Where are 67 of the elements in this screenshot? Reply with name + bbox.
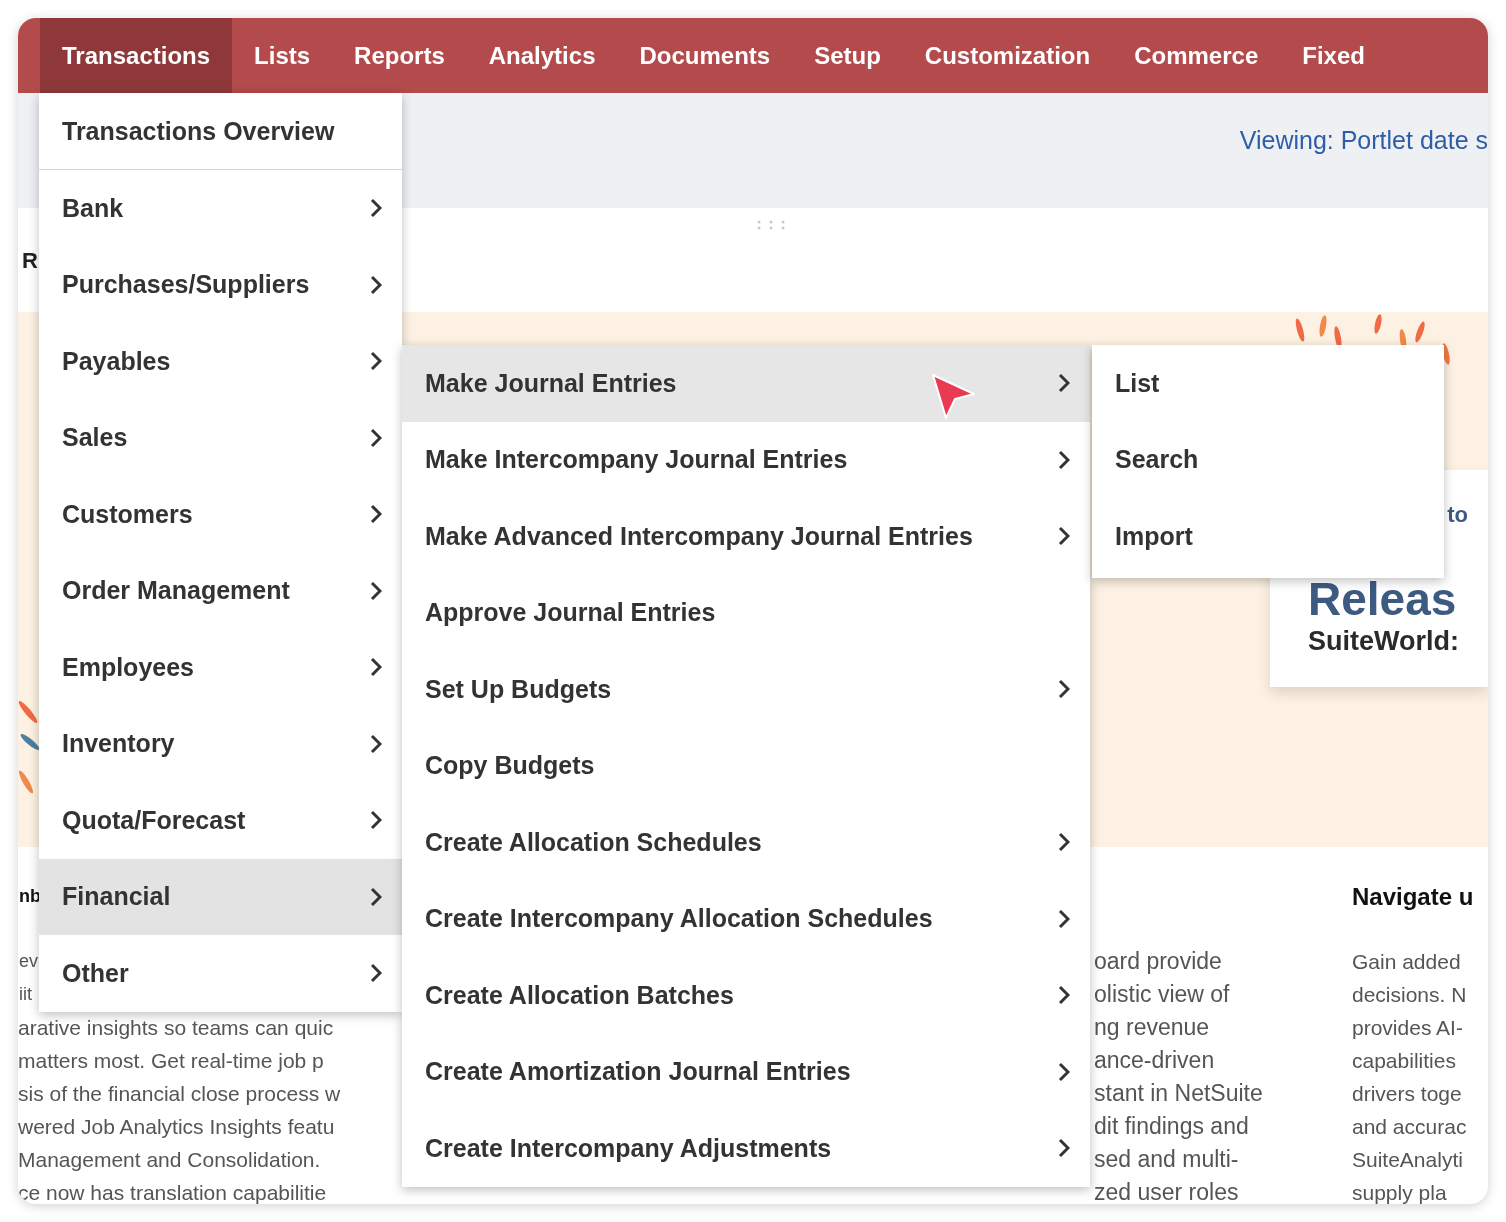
body-text-line: and accurac — [1352, 1114, 1467, 1140]
menu-item[interactable]: Make Intercompany Journal Entries — [402, 421, 1090, 498]
menu-item[interactable]: Import — [1092, 498, 1444, 575]
column-heading: nb — [18, 885, 41, 908]
body-text-line: wered Job Analytics Insights featu — [18, 1114, 335, 1140]
body-text-line: decisions. N — [1352, 982, 1467, 1008]
menu-item[interactable]: Create Amortization Journal Entries — [402, 1033, 1090, 1110]
nav-tab[interactable]: Analytics — [466, 18, 618, 93]
menu-item[interactable]: Sales — [39, 399, 402, 476]
nav-tab[interactable]: Transactions — [40, 18, 233, 93]
nav-tab[interactable]: Documents — [617, 18, 793, 93]
nav-tab[interactable]: Lists — [232, 18, 333, 93]
nav-tab[interactable]: Fixed — [1280, 18, 1387, 93]
menu-item[interactable]: Create Intercompany Allocation Schedules — [402, 880, 1090, 957]
body-text-line: provides AI- — [1352, 1015, 1463, 1041]
card-subtitle: SuiteWorld: — [1308, 626, 1460, 657]
body-text-line: dit findings and — [1094, 1112, 1249, 1141]
menu-item[interactable]: Create Allocation Schedules — [402, 804, 1090, 881]
menu-item[interactable]: List — [1092, 345, 1444, 422]
menu-item[interactable]: Other — [39, 935, 402, 1012]
nav-tab[interactable]: Commerce — [1112, 18, 1281, 93]
menu-item[interactable]: Bank — [39, 170, 402, 247]
body-text-line: supply pla — [1352, 1180, 1447, 1204]
body-text-line: oard provide — [1094, 947, 1222, 976]
menu-item[interactable]: Search — [1092, 421, 1444, 498]
menu-item[interactable]: Financial — [39, 858, 402, 935]
card-eyebrow: to — [1447, 502, 1469, 528]
menu-item[interactable]: Make Journal Entries — [402, 345, 1090, 422]
card-title: Releas — [1308, 576, 1458, 622]
nav-tab[interactable]: Customization — [902, 18, 1113, 93]
menu-item[interactable]: Inventory — [39, 705, 402, 782]
body-text-line: ance-driven — [1094, 1046, 1215, 1075]
menu-item[interactable]: Purchases/Suppliers — [39, 246, 402, 323]
body-text-line: matters most. Get real-time job p — [18, 1048, 324, 1074]
body-text-line: Management and Consolidation. — [18, 1147, 321, 1173]
drag-handle-icon[interactable] — [757, 220, 785, 230]
text-fragment: iit — [18, 983, 32, 1006]
menu-item[interactable]: Approve Journal Entries — [402, 574, 1090, 651]
body-text-line: ng revenue — [1094, 1013, 1210, 1042]
text-fragment: ev — [18, 950, 38, 973]
menu-item[interactable]: Make Advanced Intercompany Journal Entries — [402, 498, 1090, 575]
menu-item[interactable]: Create Allocation Batches — [402, 957, 1090, 1034]
menu-item[interactable]: Order Management — [39, 552, 402, 629]
menu-item[interactable]: Set Up Budgets — [402, 651, 1090, 728]
nav-tab[interactable]: Reports — [332, 18, 467, 93]
body-text-line: olistic view of — [1094, 980, 1230, 1009]
body-text-line: sis of the financial close process w — [18, 1081, 341, 1107]
menu-item[interactable]: Copy Budgets — [402, 727, 1090, 804]
body-text-line: drivers toge — [1352, 1081, 1462, 1107]
nav-tab[interactable]: Setup — [792, 18, 903, 93]
menu-item[interactable]: Quota/Forecast — [39, 782, 402, 859]
body-text-line: capabilities — [1352, 1048, 1456, 1074]
menu-item[interactable]: Transactions Overview — [39, 93, 402, 170]
menu-item[interactable]: Create Intercompany Adjustments — [402, 1110, 1090, 1187]
menu-item[interactable]: Payables — [39, 323, 402, 400]
body-text-line: SuiteAnalyti — [1352, 1147, 1463, 1173]
body-text-line: Gain added — [1352, 949, 1461, 975]
viewing-link[interactable]: Viewing: Portlet date s — [1239, 126, 1488, 155]
body-text-line: stant in NetSuite — [1094, 1079, 1263, 1108]
column-heading: Navigate u — [1352, 882, 1474, 912]
menu-item[interactable]: Employees — [39, 629, 402, 706]
body-text-line: zed user roles — [1094, 1178, 1239, 1204]
section-heading: R — [22, 248, 38, 274]
body-text-line: sed and multi- — [1094, 1145, 1239, 1174]
menu-item[interactable]: Customers — [39, 476, 402, 553]
body-text-line: arative insights so teams can quic — [18, 1015, 334, 1041]
cursor-icon — [930, 372, 978, 422]
